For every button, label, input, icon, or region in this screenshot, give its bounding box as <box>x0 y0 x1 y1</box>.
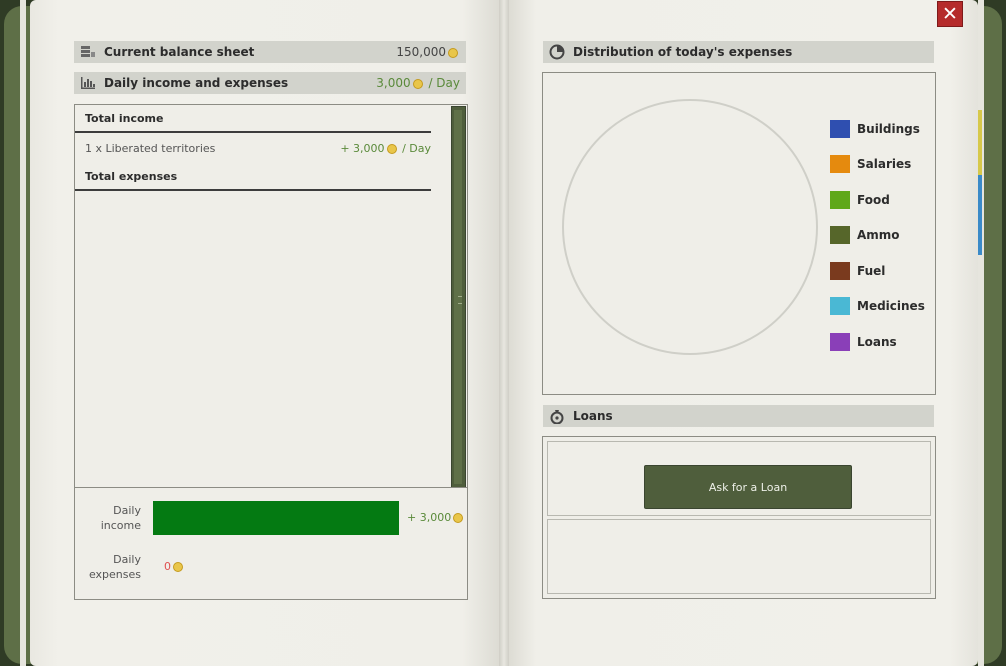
loans-bar: Loans <box>543 405 934 427</box>
daily-income-value: + 3,000 <box>407 511 465 524</box>
ask-loan-button[interactable]: Ask for a Loan <box>644 465 852 509</box>
legend-swatch <box>830 262 850 280</box>
legend-swatch <box>830 297 850 315</box>
legend-item-medicines: Medicines <box>830 297 925 315</box>
legend-swatch <box>830 155 850 173</box>
daily-label: Daily income and expenses <box>104 76 289 90</box>
coins-stack-icon <box>80 44 96 60</box>
bar-chart-icon <box>80 75 96 91</box>
daily-income-label: Daily income <box>100 504 141 532</box>
legend-item-salaries: Salaries <box>830 155 911 173</box>
close-icon: ✕ <box>942 3 958 25</box>
loan-slot-2 <box>547 519 931 594</box>
distribution-title: Distribution of today's expenses <box>573 45 793 59</box>
page-edge-left <box>20 0 26 666</box>
pie-outline <box>562 99 818 355</box>
balance-value: 150,000 <box>396 45 460 59</box>
daily-expenses-label: Daily expenses <box>88 553 141 581</box>
legend-item-food: Food <box>830 191 890 209</box>
daily-bar: Daily income and expenses 3,000 / Day <box>74 72 466 94</box>
coin-icon <box>412 78 423 89</box>
balance-label: Current balance sheet <box>104 45 255 59</box>
legend-swatch <box>830 333 850 351</box>
expenses-pie-chart <box>562 99 818 355</box>
book-spine <box>499 0 509 666</box>
legend-item-buildings: Buildings <box>830 120 920 138</box>
total-income-header: Total income <box>75 105 431 133</box>
coin-icon <box>448 47 458 58</box>
coin-icon <box>173 562 183 572</box>
distribution-panel: Buildings Salaries Food Ammo Fuel Medici… <box>542 72 936 395</box>
balance-bar: Current balance sheet 150,000 <box>74 41 466 63</box>
legend-swatch <box>830 120 850 138</box>
page-edge-right <box>978 0 984 666</box>
legend-swatch <box>830 226 850 244</box>
legend-swatch <box>830 191 850 209</box>
income-row-value: + 3,000 / Day <box>340 141 431 155</box>
income-expenses-list[interactable]: Total income 1 x Liberated territories +… <box>75 105 451 487</box>
total-expenses-header: Total expenses <box>75 163 431 191</box>
income-expenses-panel: Total income 1 x Liberated territories +… <box>74 104 468 600</box>
scrollbar-grip-icon <box>458 296 462 304</box>
loans-panel: Ask for a Loan <box>542 436 936 599</box>
daily-income-bar <box>153 501 399 535</box>
income-row: 1 x Liberated territories + 3,000 / Day <box>75 133 451 163</box>
daily-expenses-value: 0 <box>164 560 185 573</box>
pie-chart-icon <box>549 44 565 60</box>
coin-icon <box>386 143 397 154</box>
income-row-label: 1 x Liberated territories <box>85 141 216 155</box>
distribution-bar: Distribution of today's expenses <box>543 41 934 63</box>
close-button[interactable]: ✕ <box>937 1 963 27</box>
scrollbar-thumb[interactable] <box>454 110 462 484</box>
divider <box>75 487 467 488</box>
loans-title: Loans <box>573 409 613 423</box>
money-bag-icon <box>549 408 565 424</box>
list-scrollbar[interactable] <box>451 106 466 488</box>
legend-item-ammo: Ammo <box>830 226 900 244</box>
legend-item-loans: Loans <box>830 333 897 351</box>
coin-icon <box>453 513 464 523</box>
legend-item-fuel: Fuel <box>830 262 885 280</box>
daily-value: 3,000 / Day <box>376 76 460 90</box>
loan-slot-1: Ask for a Loan <box>547 441 931 516</box>
